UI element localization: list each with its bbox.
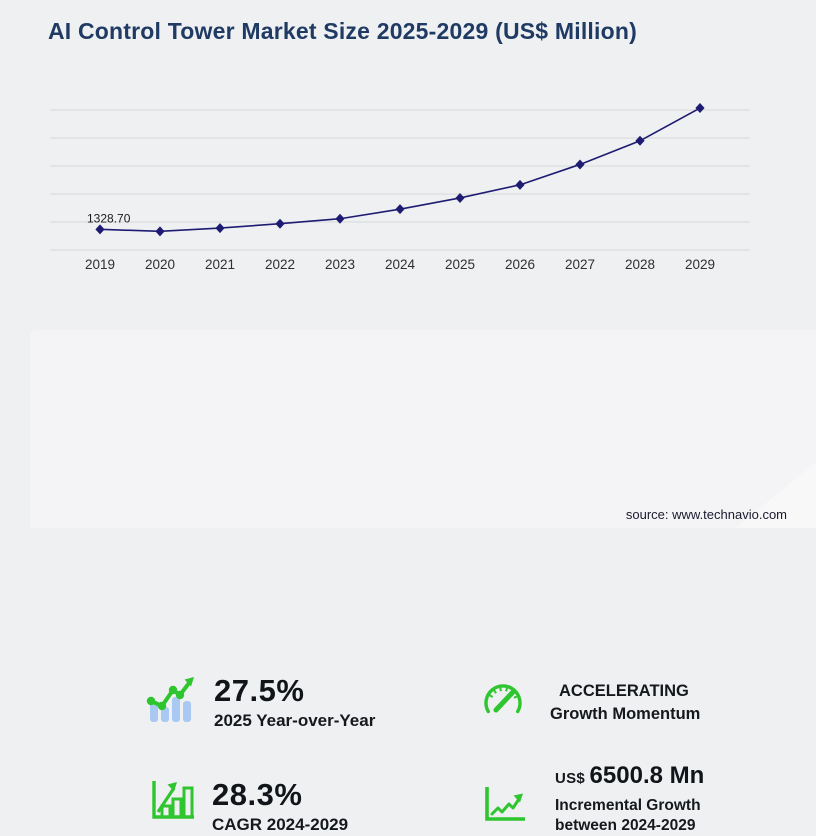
data-point-2020 (155, 226, 165, 237)
stat-cagr: 28.3% CAGR 2024-2029 (150, 778, 348, 835)
line-growth-icon (485, 787, 525, 821)
market-size-line-chart: 2019 2020 2021 2022 2023 2024 2025 2026 2027 2028… (50, 103, 750, 272)
data-point-2021 (215, 223, 225, 234)
cagr-label: CAGR 2024-2029 (212, 815, 349, 834)
momentum-line2: Growth Momentum (550, 705, 701, 723)
x-axis-label: 2019 (85, 257, 115, 272)
incremental-value: 6500.8 Mn (589, 762, 705, 789)
stats-panel: 27.5% 2025 Year-over-Year ACCELERATING G… (30, 330, 816, 834)
x-axis-label: 2023 (325, 257, 355, 272)
x-axis-label: 2025 (445, 257, 475, 272)
x-axis-label: 2026 (505, 257, 535, 272)
x-axis-label: 2029 (685, 257, 715, 272)
incremental-currency: US$ (555, 770, 586, 787)
x-axis-label: 2020 (145, 257, 175, 272)
data-point-2026 (515, 179, 525, 190)
incremental-label-line2: between 2024-2029 (555, 817, 696, 834)
stat-incremental: US$ 6500.8 Mn Incremental Growth between… (483, 762, 704, 836)
data-point-2027 (575, 159, 585, 170)
growth-bars-icon (152, 781, 194, 819)
stat-yoy: 27.5% 2025 Year-over-Year (146, 674, 375, 731)
incremental-label-line1: Incremental Growth (555, 797, 701, 814)
source-attribution: source: www.technavio.com (625, 507, 787, 522)
x-axis-label: 2027 (565, 257, 595, 272)
x-axis-label: 2028 (625, 257, 655, 272)
bar-chart-trend-icon (146, 677, 194, 722)
data-point-2028 (635, 135, 645, 146)
incremental-value-line: US$ 6500.8 Mn (555, 762, 704, 790)
yoy-value: 27.5% (214, 673, 305, 708)
data-point-label: 1328.70 (87, 211, 131, 225)
yoy-label: 2025 Year-over-Year (214, 711, 376, 730)
data-point-2019 (95, 224, 105, 235)
x-axis-label: 2022 (265, 257, 295, 272)
cagr-value: 28.3% (212, 777, 303, 812)
data-point-2029 (695, 103, 705, 114)
data-point-2022 (275, 218, 285, 229)
data-point-2024 (395, 204, 405, 215)
stat-momentum: ACCELERATING Growth Momentum (480, 680, 700, 726)
x-axis-label: 2021 (205, 257, 235, 272)
momentum-line1: ACCELERATING (559, 682, 689, 700)
speedometer-icon (484, 684, 522, 714)
x-axis-label: 2024 (385, 257, 416, 272)
